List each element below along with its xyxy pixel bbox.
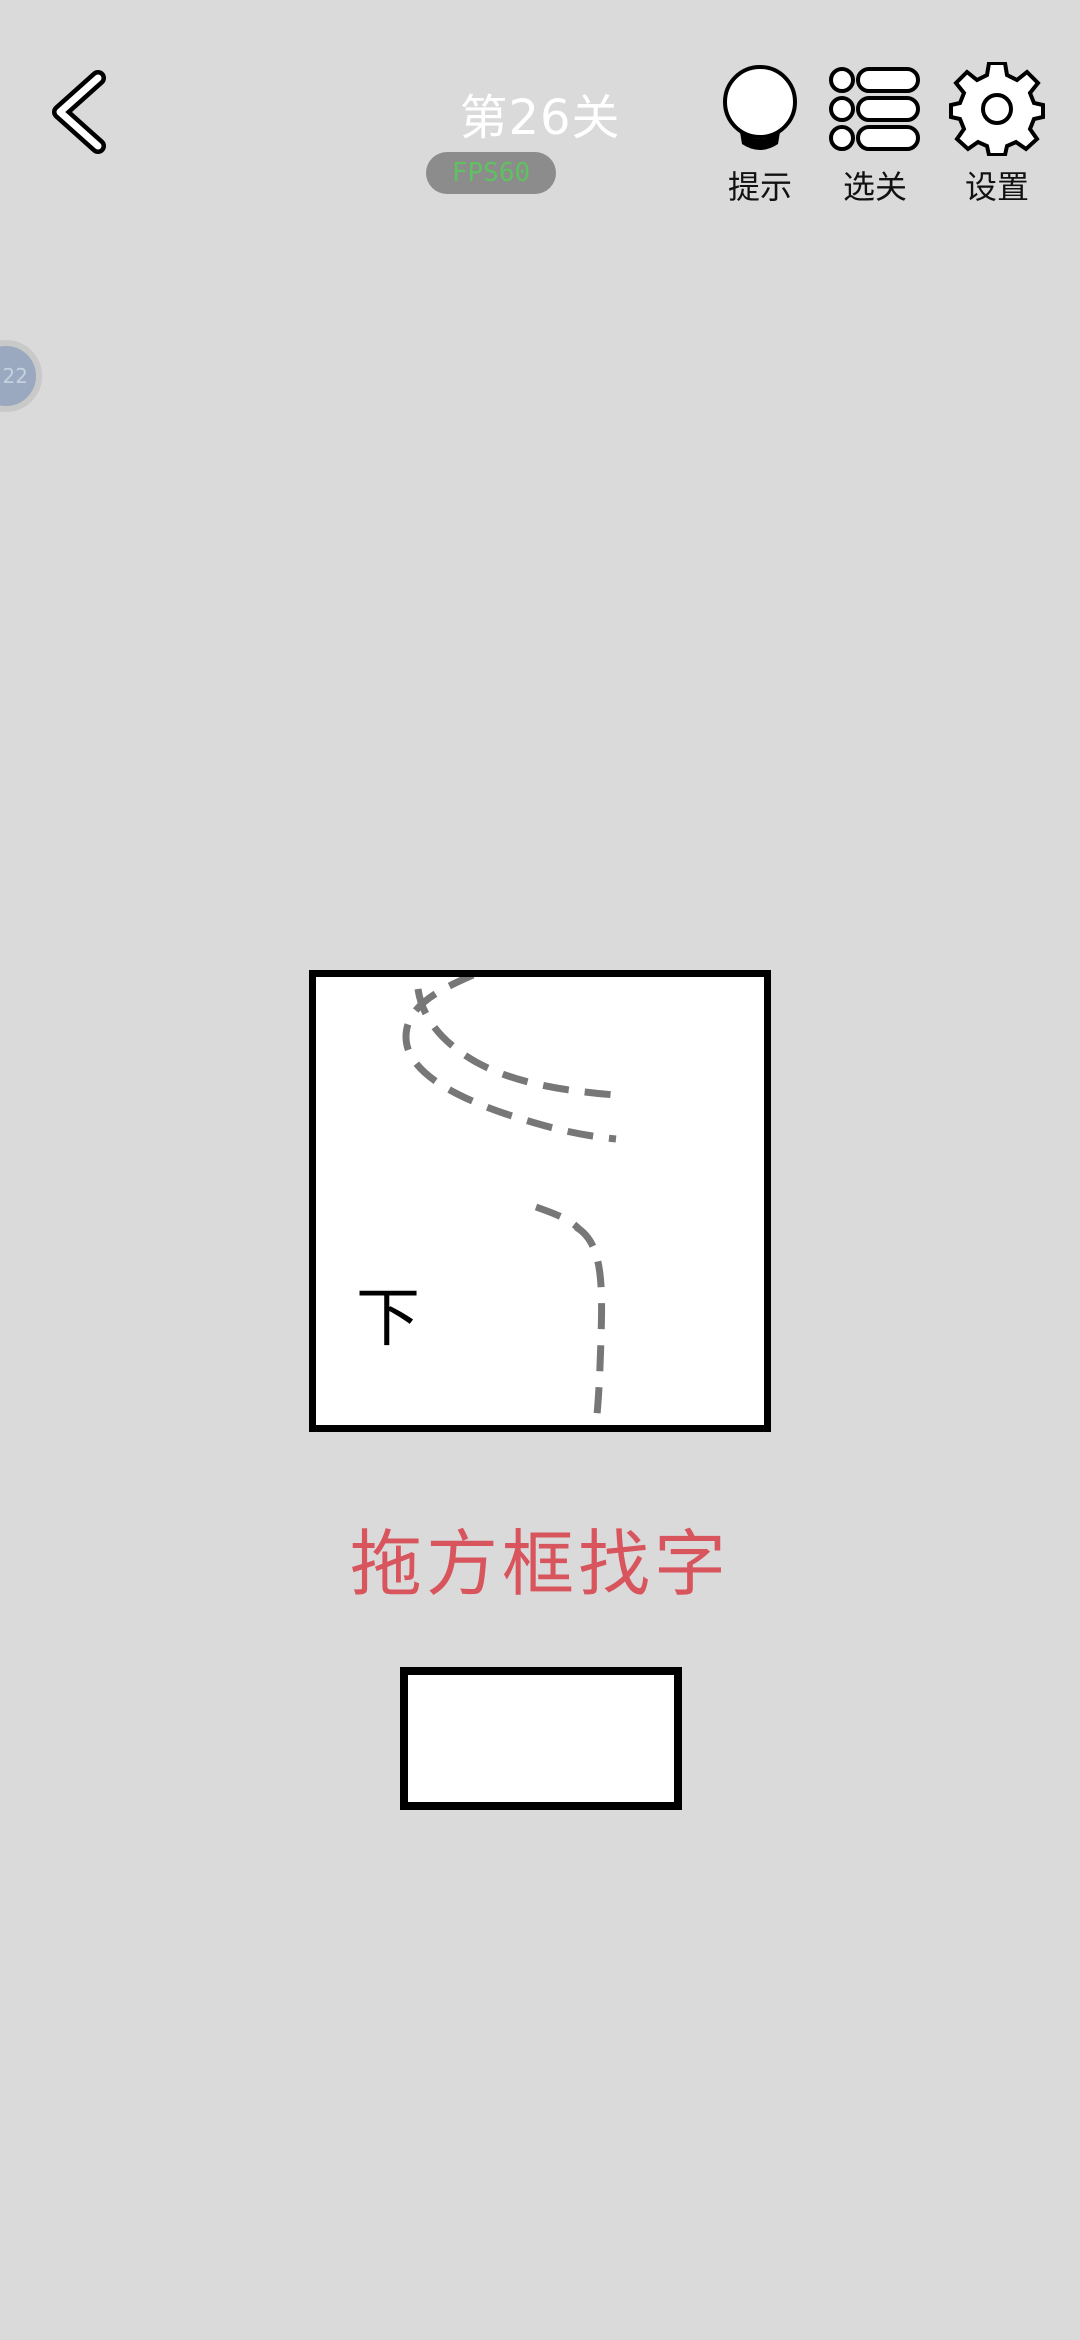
level-select-label: 选关	[842, 168, 907, 206]
answer-slot[interactable]	[400, 1667, 682, 1810]
fps-badge: FPS60	[426, 152, 556, 194]
gear-icon	[949, 62, 1045, 156]
settings-label: 设置	[964, 168, 1029, 206]
instruction-text: 拖方框找字	[349, 1522, 730, 1606]
hint-button[interactable]: 提示	[705, 62, 815, 206]
settings-button[interactable]: 设置	[942, 62, 1052, 206]
chevron-left-icon	[52, 70, 106, 154]
list-icon	[829, 67, 920, 151]
puzzle-box[interactable]: 下	[309, 970, 771, 1432]
level-select-button[interactable]: 选关	[820, 62, 930, 206]
level-title: 第26关	[459, 90, 621, 146]
lightbulb-icon	[723, 65, 797, 150]
floating-assist-ball[interactable]: 22	[0, 340, 42, 412]
back-button[interactable]	[40, 60, 120, 160]
hint-label: 提示	[727, 168, 792, 206]
puzzle-character[interactable]: 下	[356, 1267, 420, 1359]
